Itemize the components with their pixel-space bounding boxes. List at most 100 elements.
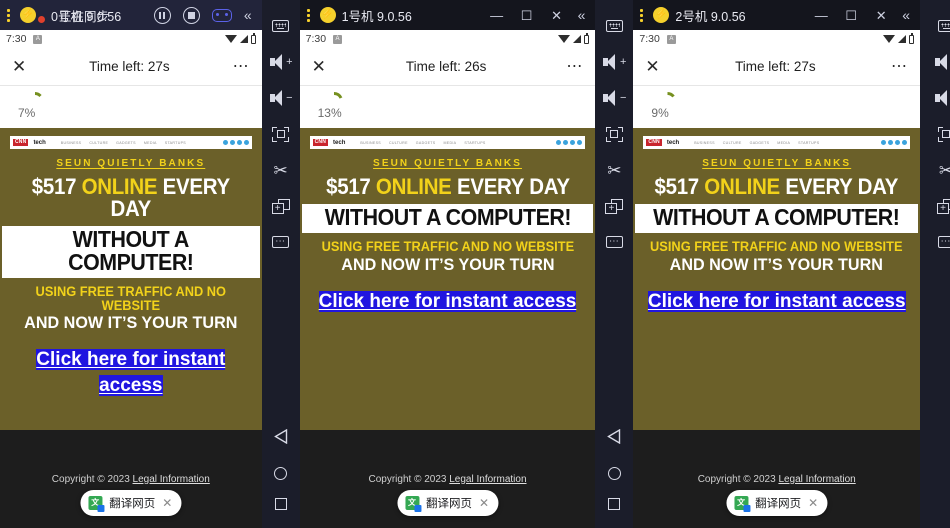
keyboard-button-0[interactable] <box>262 8 300 44</box>
close-button-1[interactable]: ✕ <box>548 9 566 22</box>
status-icons-2 <box>883 33 914 44</box>
status-bar-1: 7:30 A <box>299 30 596 48</box>
maximize-button-2[interactable]: ☐ <box>842 9 860 22</box>
translate-bubble-2[interactable]: 文 翻译网页 ✕ <box>726 490 828 516</box>
fullscreen-button-1[interactable] <box>595 116 633 152</box>
nav-recents-button-0[interactable] <box>274 498 287 510</box>
ad-content-1[interactable]: CNN tech BUSINESS CULTURE GADGETS MEDIA … <box>299 128 596 430</box>
titlebar-1[interactable]: 1号机 9.0.56 — ☐ ✕ « <box>299 0 596 30</box>
overflow-menu-button-0[interactable]: ⋯ <box>233 58 250 75</box>
mini-nav-link: MEDIA <box>143 140 157 145</box>
close-ad-button-1[interactable]: ✕ <box>312 58 326 75</box>
new-window-button-0[interactable]: + <box>262 188 300 224</box>
pause-button[interactable] <box>153 6 171 24</box>
volume-up-button-1[interactable]: + <box>595 44 633 80</box>
volume-down-button-2[interactable]: − <box>927 80 950 116</box>
translate-bubble-1[interactable]: 文 翻译网页 ✕ <box>396 490 499 516</box>
collapse-sidebar-button-0[interactable]: « <box>244 8 252 22</box>
gamepad-icon[interactable] <box>211 8 232 22</box>
stop-button[interactable] <box>182 6 200 24</box>
ad-content-2[interactable]: CNN tech BUSINESS CULTURE GADGETS MEDIA … <box>633 128 920 430</box>
emulator-instance-2: 2号机 9.0.56 — ☐ ✕ « 7:30 A ✕ Time <box>633 0 920 528</box>
ad-subline-2: AND NOW IT’S YOUR TURN <box>340 254 555 274</box>
battery-icon <box>250 33 256 44</box>
legal-information-link-0[interactable]: Legal Information <box>133 474 210 485</box>
ad-mini-nav-links: BUSINESS CULTURE GADGETS MEDIA STARTUPS <box>61 141 186 145</box>
nav-home-button-0[interactable] <box>274 467 288 480</box>
back-triangle-icon <box>273 428 287 445</box>
more-button-2[interactable]: ⋯ <box>927 224 950 260</box>
app-logo-icon <box>653 7 670 23</box>
collapse-sidebar-button-1[interactable]: « <box>578 8 586 22</box>
nav-back-button-0[interactable] <box>273 428 288 449</box>
titlebar-0[interactable]: 0号机 9.0.56 正在同步 « <box>0 0 262 30</box>
volume-up-button-2[interactable]: + <box>927 44 950 80</box>
translate-label-1: 翻译网页 <box>425 498 472 510</box>
ad-mini-nav-links: BUSINESS CULTURE GADGETS MEDIA STARTUPS <box>360 141 485 145</box>
volume-up-button-0[interactable]: + <box>262 44 300 80</box>
keyboard-button-2[interactable] <box>927 8 950 44</box>
ad-headline-1: $517 ONLINE EVERY DAY <box>643 176 910 198</box>
ad-headline-2: WITHOUT A COMPUTER! <box>324 204 571 230</box>
multi-instance-emulator-window: 0号机 9.0.56 正在同步 « 7:30 A <box>0 0 950 528</box>
mini-nav-link: GADGETS <box>749 140 770 145</box>
screenshot-button-2[interactable]: ✂ <box>927 152 950 188</box>
volume-down-button-0[interactable]: − <box>262 80 300 116</box>
translate-close-icon-0[interactable]: ✕ <box>162 497 172 509</box>
more-button-0[interactable]: ⋯ <box>262 224 300 260</box>
mini-nav-link: CULTURE <box>722 140 742 145</box>
mini-nav-link: STARTUPS <box>164 140 186 145</box>
fullscreen-button-2[interactable] <box>927 116 950 152</box>
ad-kicker: SEUN QUIETLY BANKS <box>373 158 522 169</box>
translate-close-icon-2[interactable]: ✕ <box>808 497 818 509</box>
nav-recents-button-1[interactable] <box>608 498 621 510</box>
status-app-icon: A <box>33 34 43 44</box>
mini-nav-link: STARTUPS <box>464 140 486 145</box>
minimize-button-1[interactable]: — <box>488 9 506 22</box>
translate-close-icon-1[interactable]: ✕ <box>479 497 489 509</box>
screenshot-button-0[interactable]: ✂ <box>262 152 300 188</box>
more-button-1[interactable]: ⋯ <box>595 224 633 260</box>
volume-down-button-1[interactable]: − <box>595 80 633 116</box>
cta-link-0[interactable]: Click here for instant access <box>36 349 226 396</box>
android-nav-0 <box>273 428 288 528</box>
overflow-menu-button-2[interactable]: ⋯ <box>891 58 908 75</box>
nav-home-button-1[interactable] <box>607 467 621 480</box>
mini-nav-link: STARTUPS <box>798 140 820 145</box>
mini-nav-link: MEDIA <box>777 140 791 145</box>
ad-content-0[interactable]: CNN tech BUSINESS CULTURE GADGETS MEDIA … <box>0 128 262 430</box>
legal-information-link-2[interactable]: Legal Information <box>778 474 855 485</box>
overflow-menu-button-1[interactable]: ⋯ <box>566 58 583 75</box>
volume-up-icon: + <box>935 54 950 70</box>
footer-text-1: Copyright © 2023 Legal Information <box>369 474 527 485</box>
footer-text-0: Copyright © 2023 Legal Information <box>52 474 210 485</box>
translate-bubble-0[interactable]: 文 翻译网页 ✕ <box>80 490 182 516</box>
screenshot-button-1[interactable]: ✂ <box>595 152 633 188</box>
new-window-button-2[interactable]: + <box>927 188 950 224</box>
cta-link-1[interactable]: Click here for instant access <box>318 290 577 312</box>
mini-nav-link: BUSINESS <box>694 140 715 145</box>
cta-link-2[interactable]: Click here for instant access <box>647 290 906 312</box>
translate-label-0: 翻译网页 <box>109 498 156 510</box>
battery-icon <box>909 33 914 44</box>
maximize-button-1[interactable]: ☐ <box>518 9 536 22</box>
collapse-sidebar-button-2[interactable]: « <box>902 8 910 22</box>
ad-headline-1b: ONLINE <box>375 174 452 199</box>
close-ad-button-2[interactable]: ✕ <box>645 58 659 75</box>
new-window-button-1[interactable]: + <box>595 188 633 224</box>
ad-cta-wrap: Click here for instant access <box>633 289 920 315</box>
close-button-2[interactable]: ✕ <box>872 9 890 22</box>
titlebar-0-title: 0号机 9.0.56 正在同步 <box>51 6 121 25</box>
copyright-label: Copyright © 2023 <box>697 473 779 485</box>
signal-icon <box>573 35 582 43</box>
minimize-button-2[interactable]: — <box>812 9 830 22</box>
legal-information-link-1[interactable]: Legal Information <box>449 474 526 485</box>
nav-back-button-1[interactable] <box>607 428 621 449</box>
titlebar-2[interactable]: 2号机 9.0.56 — ☐ ✕ « <box>633 0 920 30</box>
cnn-tech-label: tech <box>333 139 346 146</box>
close-ad-button-0[interactable]: ✕ <box>12 58 26 75</box>
keyboard-button-1[interactable] <box>595 8 633 44</box>
fullscreen-button-0[interactable] <box>262 116 300 152</box>
time-left-label-1: Time left: 26s <box>405 59 487 74</box>
toolbar-0-items: + − ✂ + ⋯ <box>262 8 300 260</box>
